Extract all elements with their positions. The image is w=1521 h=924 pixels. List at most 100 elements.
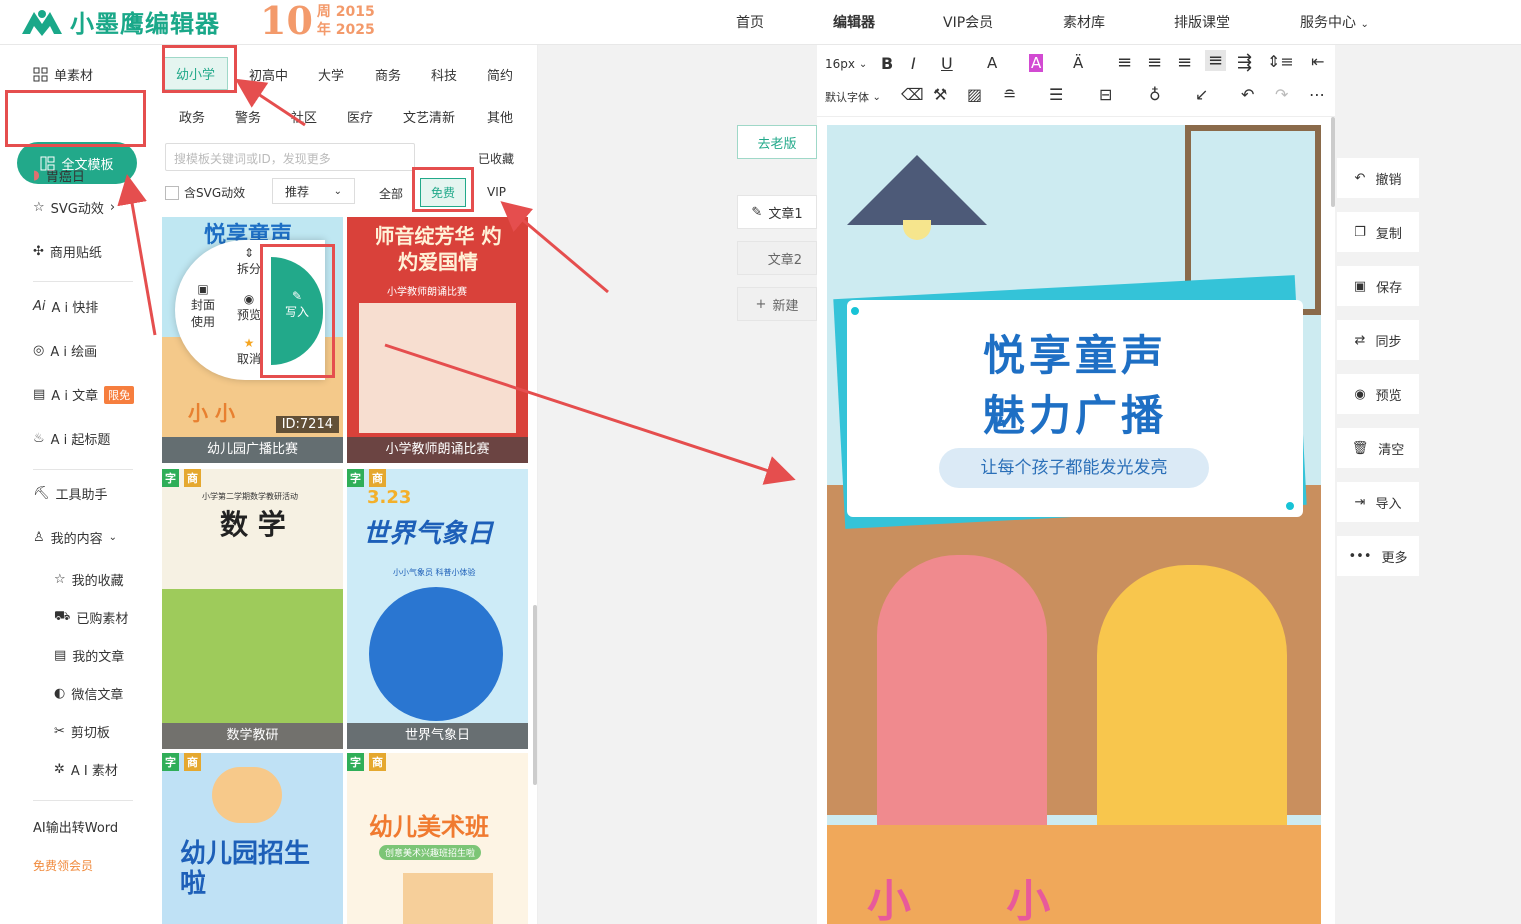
underline-icon[interactable]: U xyxy=(941,54,953,73)
category-tech[interactable]: 科技 xyxy=(431,65,457,84)
nav-favorites[interactable]: ☆ 我的收藏 xyxy=(54,570,124,589)
nav-purchased[interactable]: ⛟ 已购素材 xyxy=(54,608,128,627)
category-middle-school[interactable]: 初高中 xyxy=(249,65,288,84)
clear-button[interactable]: 🗑 清空 xyxy=(1337,428,1419,468)
lamp-illustration xyxy=(847,155,987,225)
article-tab-1[interactable]: ✎ 文章1 xyxy=(737,195,817,229)
cover-action[interactable]: ▣ 封面 使用 xyxy=(191,282,215,330)
template-search-input[interactable]: 搜模板关键词或ID，发现更多 xyxy=(165,143,415,171)
logo[interactable]: 小墨鹰编辑器 xyxy=(20,4,220,39)
cancel-action[interactable]: ★ 取消 xyxy=(237,336,261,367)
category-medical[interactable]: 医疗 xyxy=(347,107,373,126)
preview-action[interactable]: ◉ 预览 xyxy=(237,292,261,323)
undo-icon[interactable]: ↶ xyxy=(1241,85,1254,104)
nav-ai-paint[interactable]: ◎ A i 绘画 xyxy=(33,341,97,360)
nav-home[interactable]: 首页 xyxy=(736,12,764,32)
sync-button[interactable]: ⇄ 同步 xyxy=(1337,320,1419,360)
old-version-button[interactable]: 去老版 xyxy=(737,125,817,159)
import-button[interactable]: ⇥ 导入 xyxy=(1337,482,1419,522)
category-other[interactable]: 其他 xyxy=(487,107,513,126)
canvas-scrollbar[interactable] xyxy=(1331,117,1335,207)
lightbulb-icon[interactable]: ♁ xyxy=(1149,85,1161,104)
category-university[interactable]: 大学 xyxy=(318,65,344,84)
align-justify-icon[interactable]: ≡ xyxy=(1205,50,1227,71)
font-size-select[interactable]: 16px ⌄ xyxy=(825,57,867,71)
preview-button[interactable]: ◉ 预览 xyxy=(1337,374,1419,414)
bold-icon[interactable]: B xyxy=(881,54,893,73)
image-icon[interactable]: ▨ xyxy=(967,85,982,104)
nav-service[interactable]: 服务中心 ⌄ xyxy=(1300,12,1369,32)
nav-sticker[interactable]: ✣ 商用贴纸 xyxy=(33,242,102,261)
line-height-icon[interactable]: ⇕≡ xyxy=(1267,52,1294,71)
template-card[interactable]: 字 商 3.23 世界气象日 小小气象员 科普小体验 世界气象日 xyxy=(347,469,528,749)
favorited-filter[interactable]: 已收藏 xyxy=(478,150,514,167)
template-card[interactable]: 师音绽芳华 灼灼爱国情 小学教师朗诵比赛 小学教师朗诵比赛 xyxy=(347,217,528,463)
category-community[interactable]: 社区 xyxy=(291,107,317,126)
nav-my-content[interactable]: ♙ 我的内容 ⌄ xyxy=(33,528,117,547)
template-card[interactable]: 字 商 小学第二学期数学教研活动 数 学 数学教研 xyxy=(162,469,343,749)
nav-ai-layout[interactable]: Ai A i 快排 xyxy=(33,297,98,316)
nav-ai-material[interactable]: ✲ A I 素材 xyxy=(54,760,118,779)
align-right-icon[interactable]: ≡ xyxy=(1177,52,1192,73)
italic-icon[interactable]: I xyxy=(911,54,916,73)
filter-all[interactable]: 全部 xyxy=(379,185,403,202)
nav-wechat-articles[interactable]: ◐ 微信文章 xyxy=(54,684,123,703)
nav-editor[interactable]: 编辑器 xyxy=(833,12,875,32)
text-style-icon[interactable]: Ä xyxy=(1073,54,1083,72)
nav-tools-label: 工具助手 xyxy=(55,488,108,503)
format-painter-icon[interactable]: ⚒ xyxy=(933,85,947,104)
plus-icon: + xyxy=(755,296,767,312)
article-tab-2[interactable]: 文章2 xyxy=(737,241,817,275)
nav-tools[interactable]: ⛏ 工具助手 xyxy=(33,484,108,503)
template-card[interactable]: 字 商 幼儿美术班 创意美术兴趣班招生啦 xyxy=(347,753,528,924)
resize-handle[interactable] xyxy=(1284,500,1296,512)
filter-vip[interactable]: VIP xyxy=(487,185,506,199)
paragraph-spacing-icon[interactable]: ≘ xyxy=(1003,85,1016,104)
font-color-icon[interactable]: A xyxy=(987,54,997,72)
font-family-select[interactable]: 默认字体 ⌄ xyxy=(825,89,881,105)
category-business[interactable]: 商务 xyxy=(375,65,401,84)
redo-icon[interactable]: ↷ xyxy=(1275,85,1288,104)
nav-library[interactable]: 素材库 xyxy=(1063,12,1105,32)
template-card[interactable]: 字 商 幼儿园招生啦 xyxy=(162,753,343,924)
copy-button[interactable]: ❐ 复制 xyxy=(1337,212,1419,252)
nav-classroom[interactable]: 排版课堂 xyxy=(1174,12,1230,32)
border-icon[interactable]: ⊟ xyxy=(1099,85,1112,104)
save-button[interactable]: ▣ 保存 xyxy=(1337,266,1419,306)
export-icon[interactable]: ⇤ xyxy=(1311,52,1324,71)
nav-free-member[interactable]: 免费领会员 xyxy=(33,857,93,874)
nav-my-articles[interactable]: ▤ 我的文章 xyxy=(54,646,124,665)
more-button[interactable]: ••• 更多 xyxy=(1337,536,1419,576)
new-article-button[interactable]: + 新建 xyxy=(737,287,817,321)
nav-cancer-day[interactable]: ◗ 胃癌日 xyxy=(33,166,85,185)
nav-ai-title[interactable]: ♨ A i 起标题 xyxy=(33,429,110,448)
nav-svg[interactable]: ☆ SVG动效 › xyxy=(33,198,115,217)
category-government[interactable]: 政务 xyxy=(179,107,205,126)
more-icon[interactable]: ⋯ xyxy=(1309,85,1325,104)
nav-ai-article[interactable]: ▤ A i 文章 限免 xyxy=(33,385,135,404)
font-badge: 字 xyxy=(347,469,364,487)
category-police[interactable]: 警务 xyxy=(235,107,261,126)
svg-filter-checkbox[interactable]: 含SVG动效 xyxy=(165,184,245,201)
align-left-icon[interactable]: ≡ xyxy=(1117,52,1132,73)
highlight-color-icon[interactable]: A xyxy=(1029,54,1044,72)
template-caption: 幼儿园广播比赛 xyxy=(162,437,343,463)
align-center-icon[interactable]: ≡ xyxy=(1147,52,1162,73)
category-simple[interactable]: 简约 xyxy=(487,65,513,84)
editor-canvas[interactable]: 小 小 悦享童声 魅力广播 让每个孩子都能发光发亮 xyxy=(817,117,1335,924)
resize-handle[interactable] xyxy=(849,305,861,317)
nav-clipboard[interactable]: ✂ 剪切板 xyxy=(54,722,110,741)
indent-icon[interactable]: ⇶ xyxy=(1237,52,1252,73)
arrow-icon[interactable]: ↙ xyxy=(1195,85,1208,104)
nav-single-material[interactable]: 单素材 xyxy=(33,65,93,84)
category-literary[interactable]: 文艺清新 xyxy=(403,107,455,126)
nav-ai-word[interactable]: AI输出转Word xyxy=(33,817,118,836)
eraser-icon[interactable]: ⌫ xyxy=(901,85,924,104)
sort-dropdown[interactable]: 推荐 ⌄ xyxy=(272,178,355,204)
divider-icon[interactable]: ☰ xyxy=(1049,85,1063,104)
nav-vip[interactable]: VIP会员 xyxy=(943,12,993,32)
undo-button[interactable]: ↶ 撤销 xyxy=(1337,158,1419,198)
template-title: 世界气象日 xyxy=(363,519,494,549)
scrollbar[interactable] xyxy=(533,605,537,785)
split-action[interactable]: ⇕ 拆分 xyxy=(237,246,261,277)
